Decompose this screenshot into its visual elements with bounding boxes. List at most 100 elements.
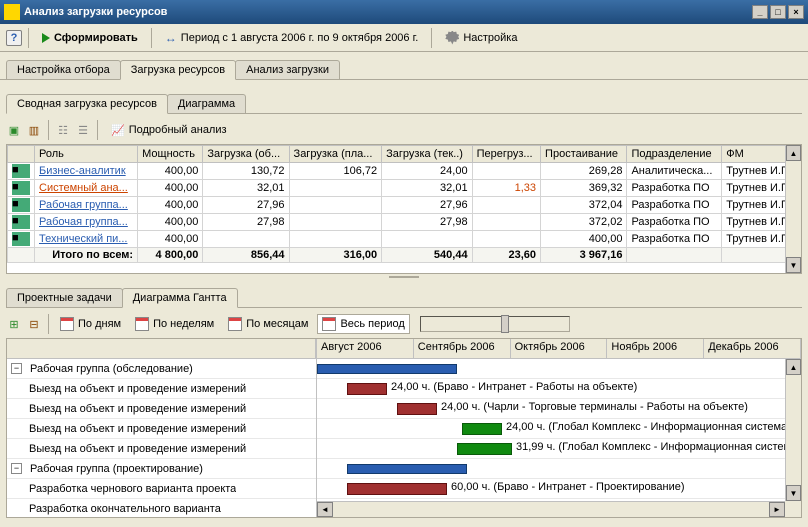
gantt-task-row[interactable]: Разработка чернового варианта проекта xyxy=(7,479,316,499)
close-button[interactable]: × xyxy=(788,5,804,19)
col-header[interactable]: Роль xyxy=(35,146,138,163)
cell xyxy=(289,197,382,214)
col-header[interactable]: Простаивание xyxy=(541,146,627,163)
cell: 372,02 xyxy=(541,214,627,231)
by-days-label: По дням xyxy=(78,318,121,330)
gantt-bar-row: 24,00 ч. (Чарли - Торговые терминалы - Р… xyxy=(317,399,801,419)
generate-button[interactable]: Сформировать xyxy=(35,29,145,47)
cell xyxy=(289,180,382,197)
gantt-task-row[interactable]: Выезд на объект и проведение измерений xyxy=(7,399,316,419)
bar-label: 24,00 ч. (Чарли - Торговые терминалы - Р… xyxy=(441,401,748,413)
full-period-label: Весь период xyxy=(340,318,404,330)
total-row: Итого по всем:4 800,00856,44316,00540,44… xyxy=(8,248,801,263)
tool-icon-2[interactable]: ▥ xyxy=(26,122,42,138)
gantt-task-row[interactable]: Выезд на объект и проведение измерений xyxy=(7,419,316,439)
detail-analysis-button[interactable]: 📈 Подробный анализ xyxy=(104,121,234,140)
tab-0[interactable]: Сводная загрузка ресурсов xyxy=(6,94,168,114)
table-row[interactable]: ■Системный ана...400,0032,0132,011,33369… xyxy=(8,180,801,197)
resource-grid[interactable]: РольМощностьЗагрузка (об...Загрузка (пла… xyxy=(7,145,801,263)
col-header[interactable]: Загрузка (об... xyxy=(203,146,289,163)
gantt-task-row[interactable]: Разработка окончательного варианта xyxy=(7,499,316,517)
role-link[interactable]: Рабочая группа... xyxy=(39,199,128,211)
gantt-bar-row: 60,00 ч. (Браво - Интранет - Проектирова… xyxy=(317,479,801,499)
col-header[interactable] xyxy=(8,146,35,163)
cell: 106,72 xyxy=(289,163,382,180)
group-bar[interactable] xyxy=(317,364,457,374)
gantt-toolbar: ⊞ ⊟ По дням По неделям По месяцам Весь п… xyxy=(6,312,802,338)
bar-label: 24,00 ч. (Браво - Интранет - Работы на о… xyxy=(391,381,637,393)
by-months-label: По месяцам xyxy=(246,318,308,330)
expand-icon[interactable]: ⊞ xyxy=(6,316,22,332)
cell: 27,98 xyxy=(382,214,472,231)
cell xyxy=(472,231,540,248)
tab-0[interactable]: Настройка отбора xyxy=(6,60,121,79)
task-bar[interactable] xyxy=(397,403,437,415)
tool-icon-1[interactable]: ▣ xyxy=(6,122,22,138)
role-link[interactable]: Технический пи... xyxy=(39,233,127,245)
tool-icon-3[interactable]: ☷ xyxy=(55,122,71,138)
gantt-group-row[interactable]: −Рабочая группа (проектирование) xyxy=(7,459,316,479)
role-link[interactable]: Системный ана... xyxy=(39,182,128,194)
gantt-group-row[interactable]: −Рабочая группа (обследование) xyxy=(7,359,316,379)
month-header: Август 2006 xyxy=(317,339,414,358)
cell: 400,00 xyxy=(138,231,203,248)
col-header[interactable]: Перегруз... xyxy=(472,146,540,163)
cell xyxy=(382,231,472,248)
task-bar[interactable] xyxy=(457,443,512,455)
gantt-task-row[interactable]: Выезд на объект и проведение измерений xyxy=(7,379,316,399)
splitter[interactable] xyxy=(6,274,802,280)
grid-vscroll[interactable]: ▲ ▼ xyxy=(785,145,801,273)
sub-tabs: Сводная загрузка ресурсовДиаграмма xyxy=(6,90,802,114)
role-link[interactable]: Рабочая группа... xyxy=(39,216,128,228)
help-icon[interactable]: ? xyxy=(6,30,22,46)
cell: 369,32 xyxy=(541,180,627,197)
month-header: Сентябрь 2006 xyxy=(414,339,511,358)
task-bar[interactable] xyxy=(462,423,502,435)
col-header[interactable]: Подразделение xyxy=(627,146,722,163)
col-header[interactable]: Загрузка (тек..) xyxy=(382,146,472,163)
full-period-button[interactable]: Весь период xyxy=(317,314,409,334)
by-months-button[interactable]: По месяцам xyxy=(223,314,313,334)
tab-2[interactable]: Анализ загрузки xyxy=(235,60,340,79)
col-header[interactable]: Мощность xyxy=(138,146,203,163)
cell: 32,01 xyxy=(382,180,472,197)
period-button[interactable]: ↔ Период с 1 августа 2006 г. по 9 октябр… xyxy=(158,28,426,48)
zoom-slider[interactable] xyxy=(420,316,570,332)
gantt-hscroll[interactable]: ◄► xyxy=(317,501,785,517)
slider-thumb[interactable] xyxy=(501,315,509,333)
cell: 27,98 xyxy=(203,214,289,231)
tab-1[interactable]: Диаграмма xyxy=(167,94,246,113)
window-title: Анализ загрузки ресурсов xyxy=(24,6,750,18)
role-link[interactable]: Бизнес-аналитик xyxy=(39,165,126,177)
gantt-vscroll[interactable]: ▲▼ xyxy=(785,359,801,501)
cell: 269,28 xyxy=(541,163,627,180)
tab-1[interactable]: Загрузка ресурсов xyxy=(120,60,236,80)
settings-button[interactable]: Настройка xyxy=(438,28,524,48)
tree-toggle[interactable]: − xyxy=(11,463,22,474)
calendar-icon xyxy=(135,317,149,331)
collapse-icon[interactable]: ⊟ xyxy=(26,316,42,332)
cell: 400,00 xyxy=(138,197,203,214)
table-row[interactable]: ■Рабочая группа...400,0027,9827,98372,02… xyxy=(8,214,801,231)
table-row[interactable]: ■Рабочая группа...400,0027,9627,96372,04… xyxy=(8,197,801,214)
tree-toggle[interactable]: − xyxy=(11,363,22,374)
tab-0[interactable]: Проектные задачи xyxy=(6,288,123,307)
main-tabs: Настройка отбораЗагрузка ресурсовАнализ … xyxy=(0,56,808,80)
table-row[interactable]: ■Технический пи...400,00400,00Разработка… xyxy=(8,231,801,248)
maximize-button[interactable]: □ xyxy=(770,5,786,19)
by-days-button[interactable]: По дням xyxy=(55,314,126,334)
group-bar[interactable] xyxy=(347,464,467,474)
task-bar[interactable] xyxy=(347,383,387,395)
minimize-button[interactable]: _ xyxy=(752,5,768,19)
settings-label: Настройка xyxy=(463,32,517,44)
gantt-timeline[interactable]: Август 2006Сентябрь 2006Октябрь 2006Нояб… xyxy=(317,339,801,517)
col-header[interactable]: Загрузка (пла... xyxy=(289,146,382,163)
task-bar[interactable] xyxy=(347,483,447,495)
gantt-task-row[interactable]: Выезд на объект и проведение измерений xyxy=(7,439,316,459)
by-weeks-button[interactable]: По неделям xyxy=(130,314,219,334)
main-toolbar: ? Сформировать ↔ Период с 1 августа 2006… xyxy=(0,24,808,52)
tab-1[interactable]: Диаграмма Гантта xyxy=(122,288,238,308)
table-row[interactable]: ■Бизнес-аналитик400,00130,72106,7224,002… xyxy=(8,163,801,180)
cell: 372,04 xyxy=(541,197,627,214)
tool-icon-4[interactable]: ☰ xyxy=(75,122,91,138)
